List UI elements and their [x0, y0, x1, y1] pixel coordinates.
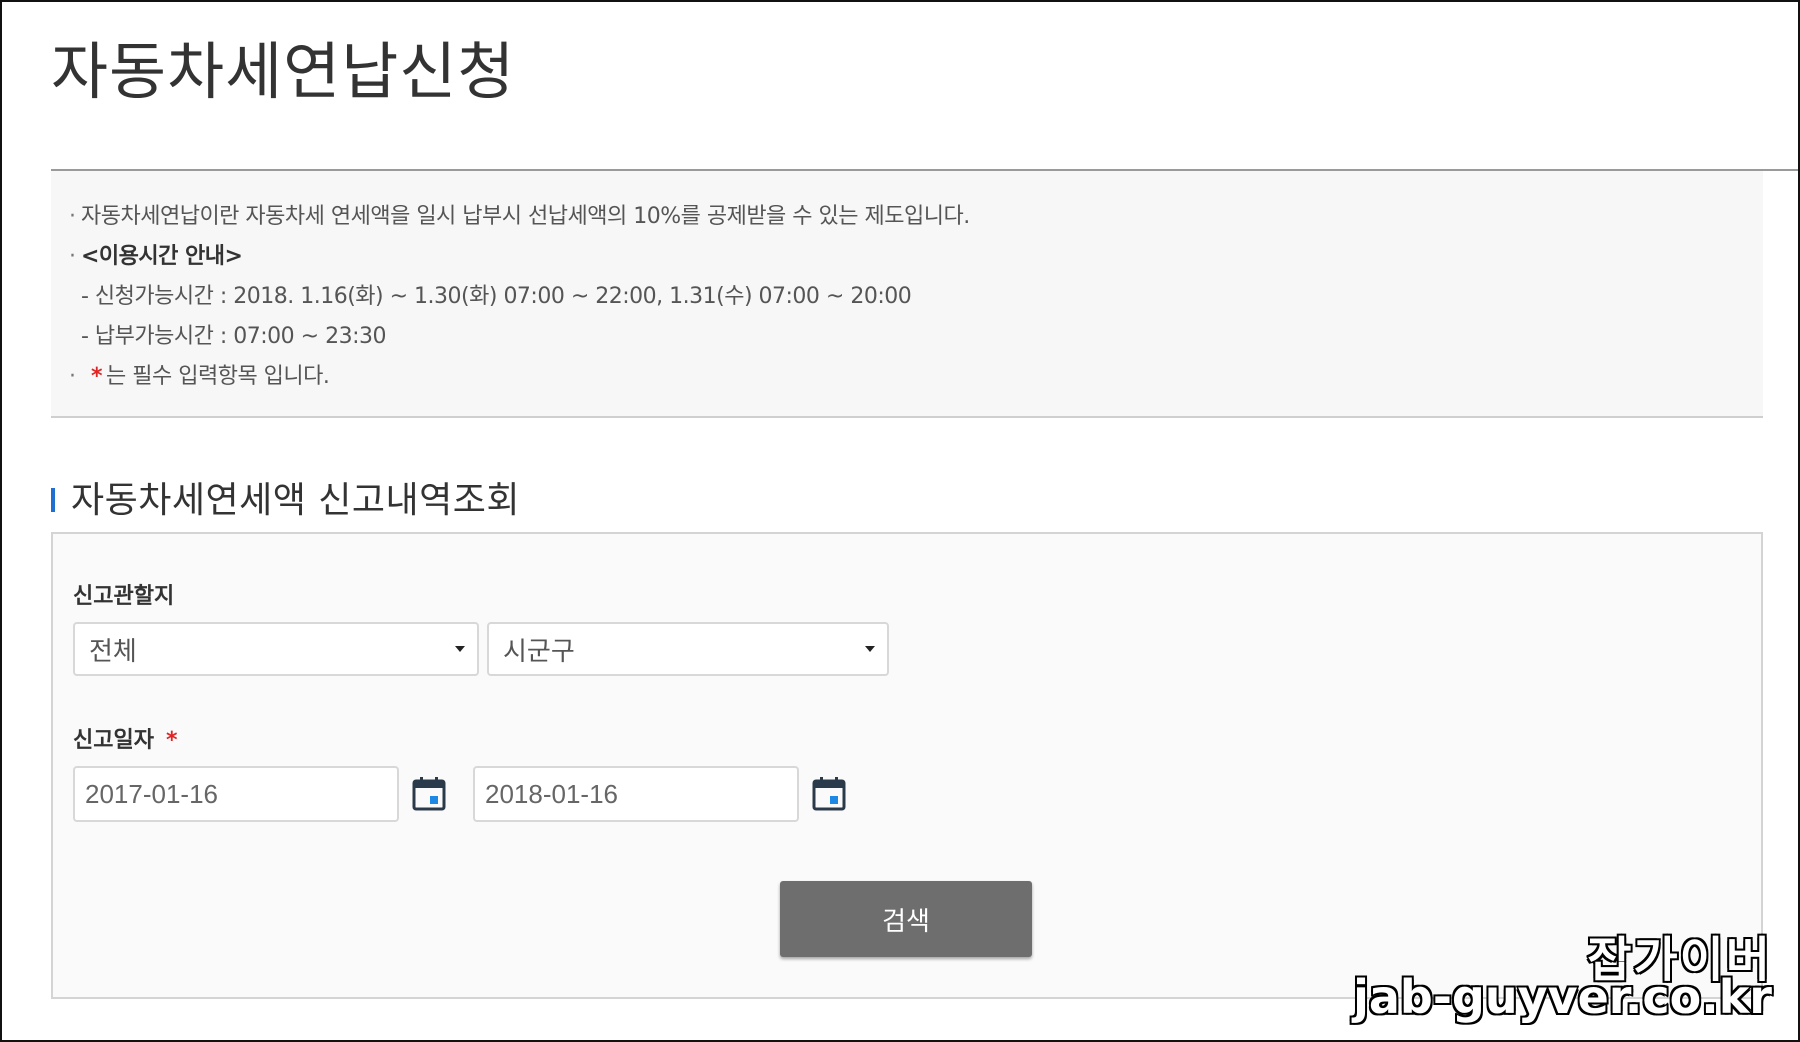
info-line-apply-hours: - 신청가능시간 : 2018. 1.16(화) ~ 1.30(화) 07:00…	[81, 284, 912, 309]
info-required-text: 는 필수 입력항목 입니다.	[106, 364, 330, 389]
info-panel: · 자동차세연납이란 자동차세 연세액을 일시 납부시 선납세액의 10%를 공제…	[51, 171, 1763, 418]
province-select-value: 전체	[89, 636, 137, 667]
section-heading: 자동차세연세액 신고내역조회	[51, 472, 520, 522]
bullet-icon: ·	[69, 204, 76, 229]
date-from-input[interactable]	[73, 766, 399, 822]
info-line-pay-hours: - 납부가능시간 : 07:00 ~ 23:30	[81, 324, 387, 349]
watermark-url: jab-guyver.co.kr	[1352, 969, 1774, 1026]
report-date-label-text: 신고일자	[73, 728, 154, 753]
search-button[interactable]: 검색	[780, 881, 1032, 957]
district-select[interactable]: 시군구	[487, 622, 889, 676]
required-star-icon: *	[91, 364, 103, 389]
bullet-icon: ·	[69, 244, 76, 269]
info-line-intro: · 자동차세연납이란 자동차세 연세액을 일시 납부시 선납세액의 10%를 공제…	[69, 201, 970, 233]
info-line-required-note: · * 는 필수 입력항목 입니다.	[69, 361, 330, 393]
info-intro-text: 자동차세연납이란 자동차세 연세액을 일시 납부시 선납세액의 10%를 공제받…	[81, 204, 970, 229]
info-line-hours-heading: · <이용시간 안내>	[69, 241, 243, 273]
caret-down-icon	[865, 646, 875, 652]
info-hours-heading: <이용시간 안내>	[81, 244, 243, 269]
section-accent-bar	[51, 488, 55, 512]
bullet-icon: ·	[69, 364, 76, 389]
page-frame: 자동차세연납신청 · 자동차세연납이란 자동차세 연세액을 일시 납부시 선납세액…	[0, 0, 1800, 1042]
jurisdiction-label: 신고관할지	[73, 578, 174, 610]
section-title: 자동차세연세액 신고내역조회	[71, 480, 521, 521]
required-star-icon: *	[165, 728, 178, 753]
report-date-label: 신고일자 *	[73, 722, 177, 754]
province-select[interactable]: 전체	[73, 622, 479, 676]
date-to-input[interactable]	[473, 766, 799, 822]
calendar-icon[interactable]	[411, 776, 447, 812]
caret-down-icon	[455, 646, 465, 652]
district-select-value: 시군구	[503, 636, 575, 667]
calendar-icon[interactable]	[811, 776, 847, 812]
page-title: 자동차세연납신청	[51, 35, 516, 108]
search-form: 신고관할지 전체 시군구 신고일자 * 2017-01-16 2018-01-1…	[51, 532, 1763, 999]
jurisdiction-label-text: 신고관할지	[73, 584, 175, 609]
